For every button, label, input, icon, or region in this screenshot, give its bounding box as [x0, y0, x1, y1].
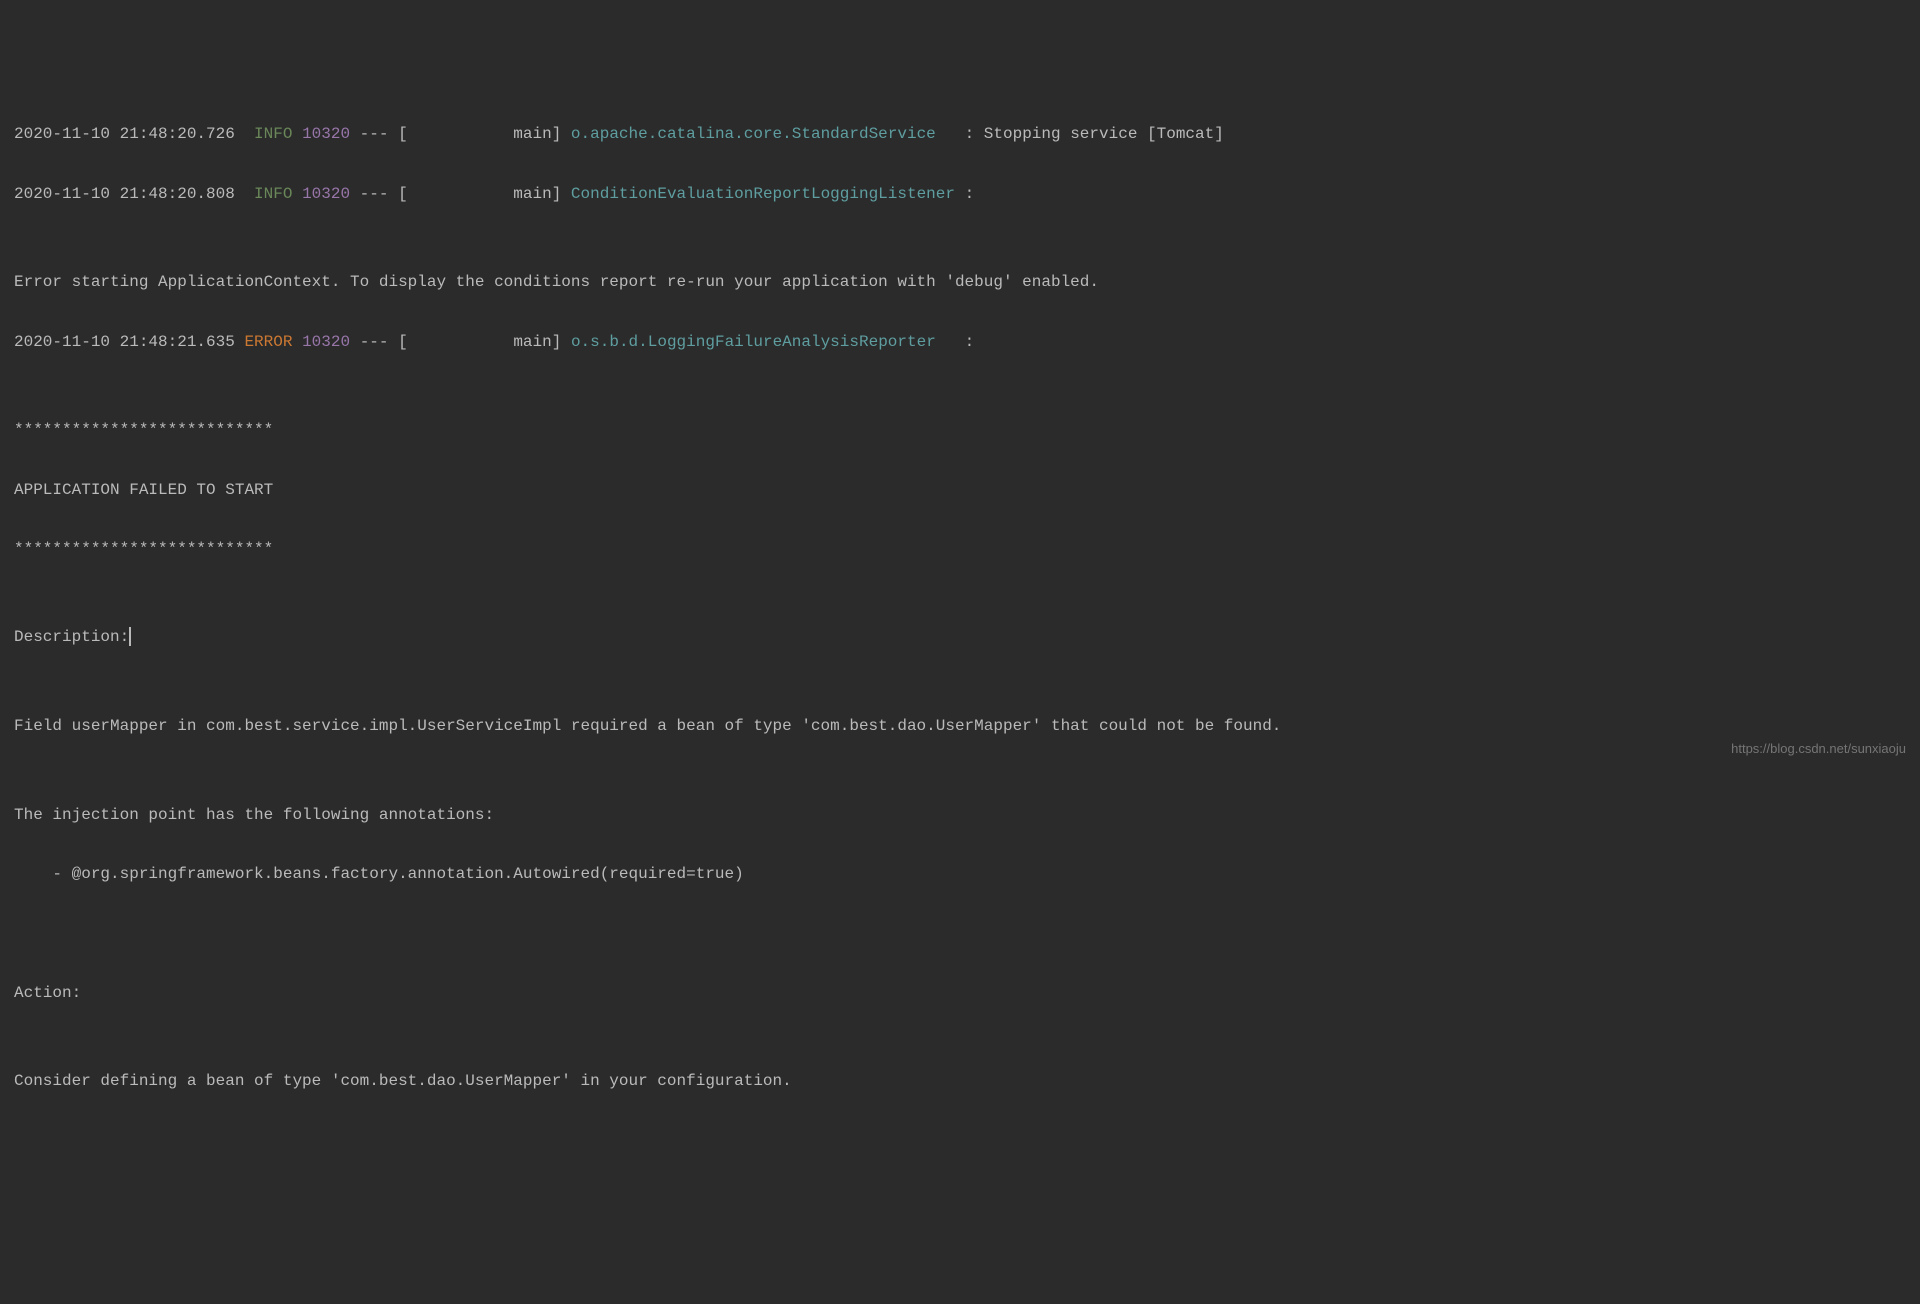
timestamp: 2020-11-10 21:48:21.635 — [14, 333, 235, 351]
pid: 10320 — [302, 333, 350, 351]
logger-name: o.s.b.d.LoggingFailureAnalysisReporter — [571, 333, 955, 351]
watermark-text: https://blog.csdn.net/sunxiaoju — [1731, 737, 1906, 761]
logger-name: o.apache.catalina.core.StandardService — [571, 125, 955, 143]
timestamp: 2020-11-10 21:48:20.808 — [14, 185, 235, 203]
log-line: 2020-11-10 21:48:20.726 INFO 10320 --- [… — [14, 120, 1906, 150]
text-cursor — [129, 627, 131, 646]
divider-stars: *************************** — [14, 416, 1906, 446]
divider-stars: *************************** — [14, 535, 1906, 565]
separator: --- [ main] — [350, 185, 571, 203]
description-label: Description: — [14, 623, 1906, 653]
description-body: Field userMapper in com.best.service.imp… — [14, 712, 1906, 742]
log-line: 2020-11-10 21:48:20.808 INFO 10320 --- [… — [14, 180, 1906, 210]
separator: --- [ main] — [350, 125, 571, 143]
logger-name: ConditionEvaluationReportLoggingListener — [571, 185, 955, 203]
action-body: Consider defining a bean of type 'com.be… — [14, 1067, 1906, 1097]
log-line: 2020-11-10 21:48:21.635 ERROR 10320 --- … — [14, 328, 1906, 358]
injection-header: The injection point has the following an… — [14, 801, 1906, 831]
log-level: INFO — [254, 125, 292, 143]
error-context: Error starting ApplicationContext. To di… — [14, 268, 1906, 298]
separator: --- [ main] — [350, 333, 571, 351]
pid: 10320 — [302, 185, 350, 203]
pid: 10320 — [302, 125, 350, 143]
log-level: ERROR — [244, 333, 292, 351]
injection-item: - @org.springframework.beans.factory.ann… — [14, 860, 1906, 890]
application-failed-header: APPLICATION FAILED TO START — [14, 476, 1906, 506]
log-level: INFO — [254, 185, 292, 203]
timestamp: 2020-11-10 21:48:20.726 — [14, 125, 235, 143]
log-message: : Stopping service [Tomcat] — [955, 125, 1224, 143]
log-message: : — [955, 185, 974, 203]
action-label: Action: — [14, 979, 1906, 1009]
log-message: : — [955, 333, 974, 351]
